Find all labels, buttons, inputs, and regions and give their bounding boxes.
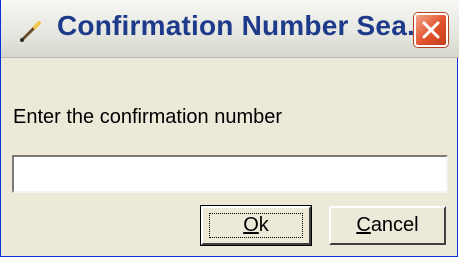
close-button[interactable]: [414, 13, 448, 47]
close-icon: [422, 21, 440, 39]
cancel-mnemonic: C: [356, 214, 371, 236]
confirmation-number-input[interactable]: [12, 155, 448, 193]
ok-mnemonic: O: [243, 214, 259, 236]
ok-label-rest: k: [258, 214, 269, 236]
ok-button[interactable]: Ok: [200, 205, 312, 246]
pencil-icon: [17, 17, 45, 45]
cancel-button[interactable]: Cancel: [329, 206, 446, 245]
cancel-label-rest: ancel: [370, 214, 419, 236]
title-bar[interactable]: Confirmation Number Sea...: [1, 0, 459, 58]
prompt-label: Enter the confirmation number: [13, 106, 283, 128]
dialog-title: Confirmation Number Sea...: [57, 10, 431, 41]
dialog-window: Confirmation Number Sea... Enter the con…: [0, 0, 459, 257]
